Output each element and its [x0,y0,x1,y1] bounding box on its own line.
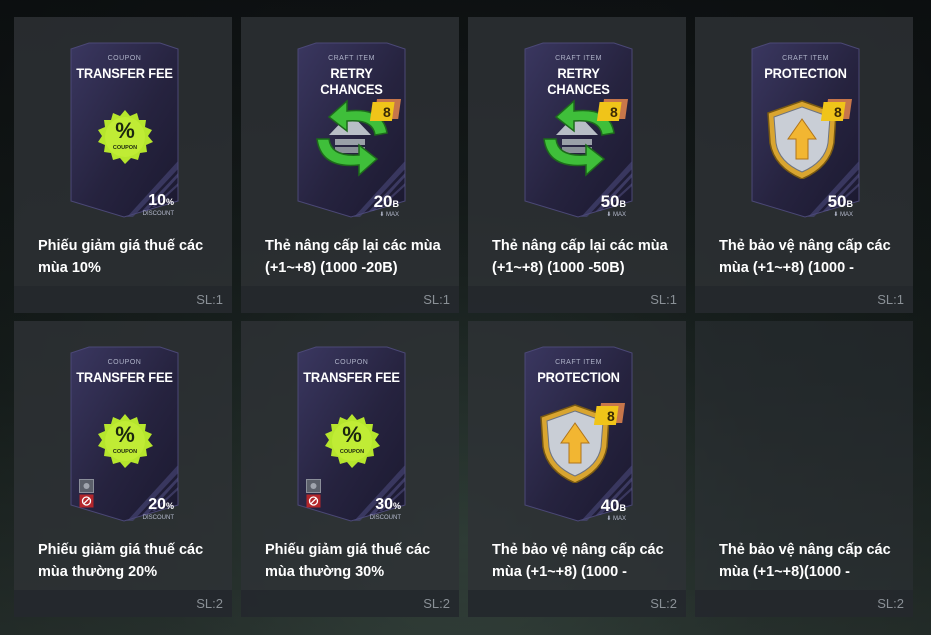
card-category: CRAFT ITEM [782,55,829,62]
card-category: COUPON [334,359,369,366]
max-value: 50B [600,192,626,211]
card-category: CRAFT ITEM [555,55,602,62]
card-title: TRANSFER FEE [303,369,400,385]
item-card: COUPON TRANSFER FEE % COUPON 30% DISCOUN… [294,345,409,523]
item-description: Phiếu giảm giá thuế các mùa thường 20% [38,542,204,580]
item-tile[interactable]: CRAFT ITEM PROTECTION 8 50B ⬇ MAX Thẻ bảo… [695,17,913,313]
discount-label: DISCOUNT [142,515,174,521]
level-badge-text: 8 [834,104,842,120]
coupon-badge-label: COUPON [112,145,138,151]
item-description: Thẻ bảo vệ nâng cấp các mùa (+1~+8)(1000… [719,542,891,580]
lock-icon [79,479,94,509]
card-title: PROTECTION [537,369,620,385]
item-description: Thẻ nâng cấp lại các mùa (+1~+8) (1000 -… [265,238,441,276]
card-title: RETRY CHANCES [320,65,383,97]
item-tile[interactable]: CRAFT ITEM RETRY CHANCES 8 20B ⬇ MAX Thẻ … [241,17,459,313]
lock-icon [306,479,321,509]
item-card: CRAFT ITEM RETRY CHANCES 8 20B ⬇ MAX [294,41,409,219]
max-level-icon: ⬇ MAX [606,212,626,218]
item-description: Phiếu giảm giá thuế các mùa 10% [38,238,204,276]
quantity-label: SL:1 [196,292,223,307]
quantity-label: SL:1 [877,292,904,307]
level-badge-text: 8 [610,104,618,120]
item-tile[interactable]: COUPON TRANSFER FEE % COUPON 30% DISCOUN… [241,321,459,617]
shield-icon: 8 [523,403,633,488]
max-value: 40B [600,496,626,515]
item-tile[interactable]: COUPON TRANSFER FEE % COUPON 10% DISCOUN… [14,17,232,313]
coupon-badge-icon: % COUPON [96,109,154,167]
max-level-icon: ⬇ MAX [379,212,399,218]
percent-symbol: % [115,422,135,447]
item-description: Phiếu giảm giá thuế các mùa thường 30% [265,542,431,580]
coupon-badge-label: COUPON [339,449,365,455]
item-tile[interactable]: COUPON TRANSFER FEE % COUPON 20% DISCOUN… [14,321,232,617]
item-description: Thẻ bảo vệ nâng cấp các mùa (+1~+8) (100… [719,238,891,276]
card-category: COUPON [107,359,142,366]
retry-arrows-icon: 8 [299,99,409,184]
card-title: PROTECTION [764,65,847,81]
retry-arrows-icon: 8 [526,99,636,184]
discount-value: 20% [148,496,174,513]
item-card: CRAFT ITEM RETRY CHANCES 8 50B ⬇ MAX [521,41,636,219]
card-title: TRANSFER FEE [76,65,173,81]
item-card: CRAFT ITEM PROTECTION 8 50B ⬇ MAX [748,41,863,219]
discount-label: DISCOUNT [142,211,174,217]
quantity-label: SL:1 [650,292,677,307]
percent-symbol: % [115,118,135,143]
shield-icon: 8 [750,99,860,184]
quantity-label: SL:2 [196,596,223,611]
item-card: CRAFT ITEM PROTECTION 8 40B ⬇ MAX [521,345,636,523]
item-card: COUPON TRANSFER FEE % COUPON 10% DISCOUN… [67,41,182,219]
max-level-icon: ⬇ MAX [606,516,626,522]
max-level-icon: ⬇ MAX [833,212,853,218]
discount-label: DISCOUNT [369,515,401,521]
coupon-badge-icon: % COUPON [323,413,381,471]
item-tile[interactable]: Thẻ bảo vệ nâng cấp các mùa (+1~+8)(1000… [695,321,913,617]
max-value: 20B [373,192,399,211]
quantity-label: SL:2 [650,596,677,611]
level-badge-text: 8 [383,104,391,120]
card-category: CRAFT ITEM [555,359,602,366]
quantity-label: SL:2 [423,596,450,611]
max-value: 50B [827,192,853,211]
coupon-badge-icon: % COUPON [96,413,154,471]
quantity-label: SL:2 [877,596,904,611]
card-category: COUPON [107,55,142,62]
level-badge-text: 8 [607,408,615,424]
item-description: Thẻ nâng cấp lại các mùa (+1~+8) (1000 -… [492,238,668,276]
item-tile[interactable]: CRAFT ITEM RETRY CHANCES 8 50B ⬇ MAX Thẻ … [468,17,686,313]
percent-symbol: % [342,422,362,447]
item-card: COUPON TRANSFER FEE % COUPON 20% DISCOUN… [67,345,182,523]
card-title: RETRY CHANCES [547,65,610,97]
quantity-label: SL:1 [423,292,450,307]
card-title: TRANSFER FEE [76,369,173,385]
item-tile[interactable]: CRAFT ITEM PROTECTION 8 40B ⬇ MAX Thẻ bảo… [468,321,686,617]
item-description: Thẻ bảo vệ nâng cấp các mùa (+1~+8) (100… [492,542,664,580]
discount-value: 10% [148,192,174,209]
card-category: CRAFT ITEM [328,55,375,62]
discount-value: 30% [375,496,401,513]
coupon-badge-label: COUPON [112,449,138,455]
